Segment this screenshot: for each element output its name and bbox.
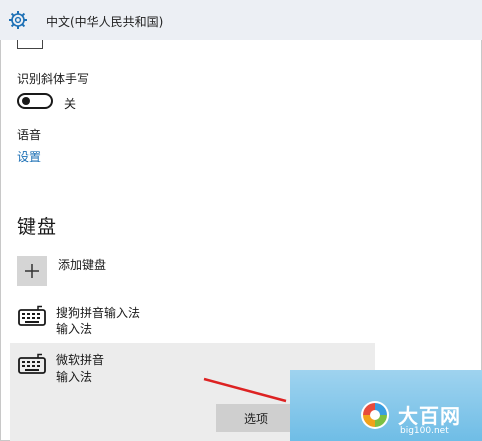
keyboard-item-name: 搜狗拼音输入法 [56,306,141,320]
speech-label: 语音 [17,128,42,142]
toggle-state-label: 关 [64,97,77,111]
gear-icon[interactable] [8,10,28,30]
watermark-url: big100.net [400,426,449,436]
speech-settings-link[interactable]: 设置 [17,148,41,165]
keyboard-icon [18,305,46,326]
keyboard-item-subtitle: 输入法 [56,322,93,336]
options-button[interactable]: 选项 [216,404,296,432]
keyboard-item-subtitle: 输入法 [56,370,93,384]
handwriting-label: 识别斜体手写 [17,72,90,86]
cropped-control [17,40,43,49]
title-bar: 中文(中华人民共和国) [0,0,482,40]
plus-icon [25,264,39,278]
keyboard-section-title: 键盘 [17,216,58,238]
add-keyboard-label: 添加键盘 [58,258,107,272]
keyboard-item-name: 微软拼音 [56,353,105,367]
toggle-knob [22,97,30,105]
keyboard-icon [18,353,46,374]
window-title: 中文(中华人民共和国) [46,15,164,29]
watermark-brand: 大百网 [398,404,461,428]
add-keyboard-button[interactable] [17,256,47,286]
handwriting-toggle[interactable] [17,93,53,109]
watermark-logo-icon [361,401,389,429]
annotation-arrow-line [203,377,287,403]
